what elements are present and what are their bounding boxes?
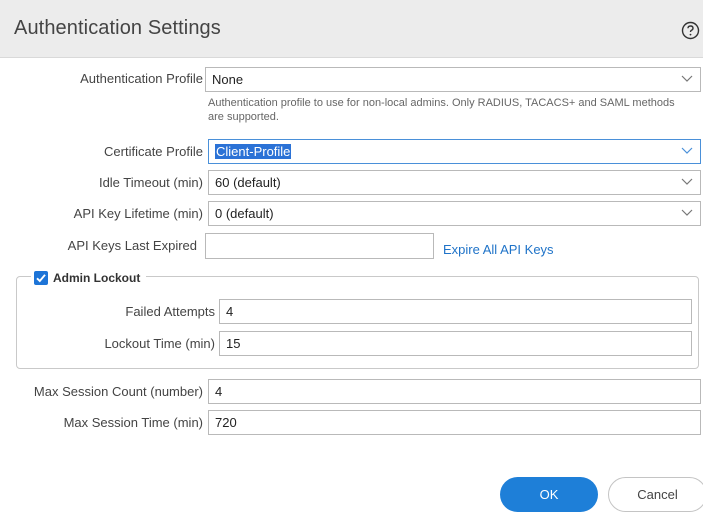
idle-timeout-select[interactable]: 60 (default) [208, 170, 701, 195]
admin-lockout-label: Admin Lockout [53, 271, 141, 285]
max-session-count-input[interactable]: 4 [208, 379, 701, 404]
chevron-down-icon [681, 147, 693, 154]
chevron-down-icon [681, 209, 693, 216]
max-session-time-label: Max Session Time (min) [63, 415, 203, 430]
api-key-lifetime-value: 0 (default) [215, 206, 274, 221]
max-session-count-label: Max Session Count (number) [33, 384, 203, 399]
max-session-time-input[interactable]: 720 [208, 410, 701, 435]
chevron-down-icon [681, 178, 693, 185]
admin-lockout-legend: Admin Lockout [31, 269, 147, 287]
idle-timeout-label: Idle Timeout (min) [98, 175, 203, 190]
lockout-time-label: Lockout Time (min) [104, 336, 215, 351]
auth-profile-label: Authentication Profile [80, 71, 203, 86]
help-circle-icon[interactable] [681, 21, 700, 40]
chevron-down-icon [681, 75, 693, 82]
api-keys-last-expired-label: API Keys Last Expired [67, 238, 197, 253]
admin-lockout-checkbox[interactable] [34, 271, 48, 285]
checkmark-icon [36, 274, 46, 283]
auth-profile-value: None [212, 72, 244, 87]
cancel-button[interactable]: Cancel [608, 477, 703, 512]
auth-profile-select[interactable]: None [205, 67, 701, 92]
cert-profile-value: Client-Profile [215, 144, 292, 159]
auth-profile-hint: Authentication profile to use for non-lo… [208, 97, 675, 123]
idle-timeout-value: 60 (default) [215, 175, 281, 190]
api-keys-last-expired-field [205, 233, 434, 259]
ok-button[interactable]: OK [500, 477, 598, 512]
failed-attempts-input[interactable]: 4 [219, 299, 692, 324]
cert-profile-label: Certificate Profile [104, 144, 203, 159]
cert-profile-select[interactable]: Client-Profile [208, 139, 701, 164]
dialog-title: Authentication Settings [14, 17, 221, 39]
api-key-lifetime-select[interactable]: 0 (default) [208, 201, 701, 226]
lockout-time-input[interactable]: 15 [219, 331, 692, 356]
dialog-titlebar: Authentication Settings [0, 0, 703, 58]
expire-all-api-keys-link[interactable]: Expire All API Keys [443, 242, 554, 257]
api-key-lifetime-label: API Key Lifetime (min) [73, 206, 203, 221]
failed-attempts-label: Failed Attempts [125, 304, 215, 319]
